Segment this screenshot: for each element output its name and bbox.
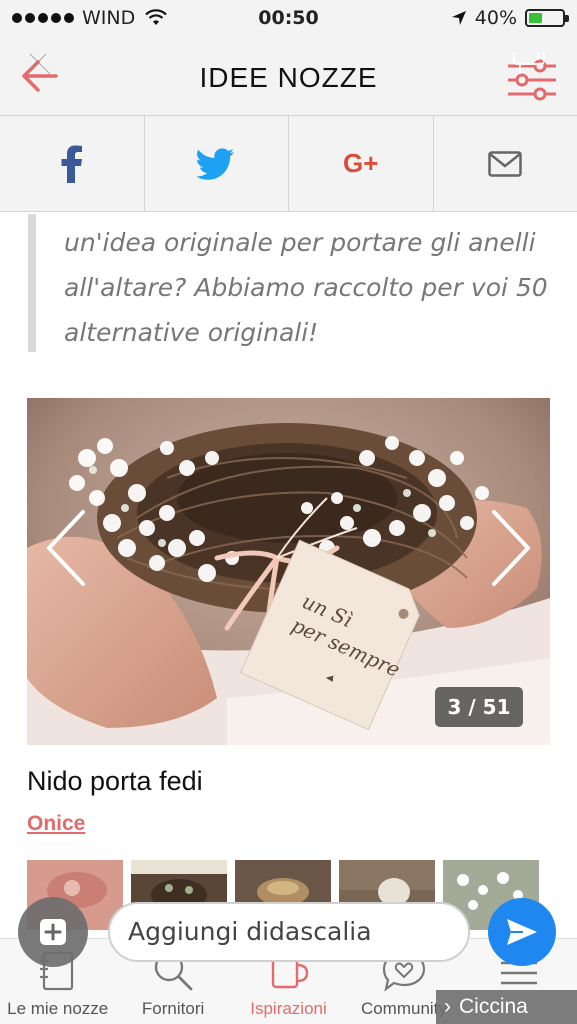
quote-text: un'idea originale per portare gli anelli… [64,228,548,347]
photo-gallery[interactable]: un Sìper sempre 3 / 51 [27,398,550,745]
send-button[interactable] [488,898,556,966]
share-bar: G+ [0,116,577,212]
status-bar: WIND 00:50 40% [0,0,577,38]
battery-percent: 40% [474,7,517,29]
status-right: 40% [451,7,569,29]
tab-label: Fornitori [141,999,205,1018]
filter-sliders-icon[interactable] [500,52,562,104]
page-title: IDEE NOZZE [199,62,378,93]
share-facebook-button[interactable] [0,116,145,211]
top-navigation-bar: IDEE NOZZE [0,38,577,116]
photo-author-link[interactable]: Onice [27,812,85,836]
add-media-button[interactable] [18,897,88,967]
article-quote: un'idea originale per portare gli anelli… [28,214,558,352]
next-photo-button[interactable] [488,508,534,588]
battery-icon [525,9,569,27]
tab-label: Le mie nozze [7,999,109,1018]
share-twitter-button[interactable] [145,116,289,211]
user-profile-pill[interactable]: › Ciccina [436,990,577,1024]
send-icon [507,919,537,945]
caption-input[interactable]: Aggiungi didascalia [108,902,470,962]
share-google-plus-button[interactable]: G+ [289,116,434,211]
chevron-right-icon: › [444,995,451,1018]
plus-icon [40,919,66,945]
previous-photo-button[interactable] [43,508,89,588]
mail-icon [488,150,522,177]
user-name: Ciccina [459,995,528,1018]
location-icon [451,11,466,25]
share-mail-button[interactable] [434,116,577,211]
photo-counter: 3 / 51 [435,687,523,727]
facebook-icon [61,145,82,183]
tab-label: Ispirazioni [250,999,327,1018]
twitter-icon [197,147,235,180]
google-plus-icon: G+ [343,148,379,178]
photo-title: Nido porta fedi [27,766,203,796]
